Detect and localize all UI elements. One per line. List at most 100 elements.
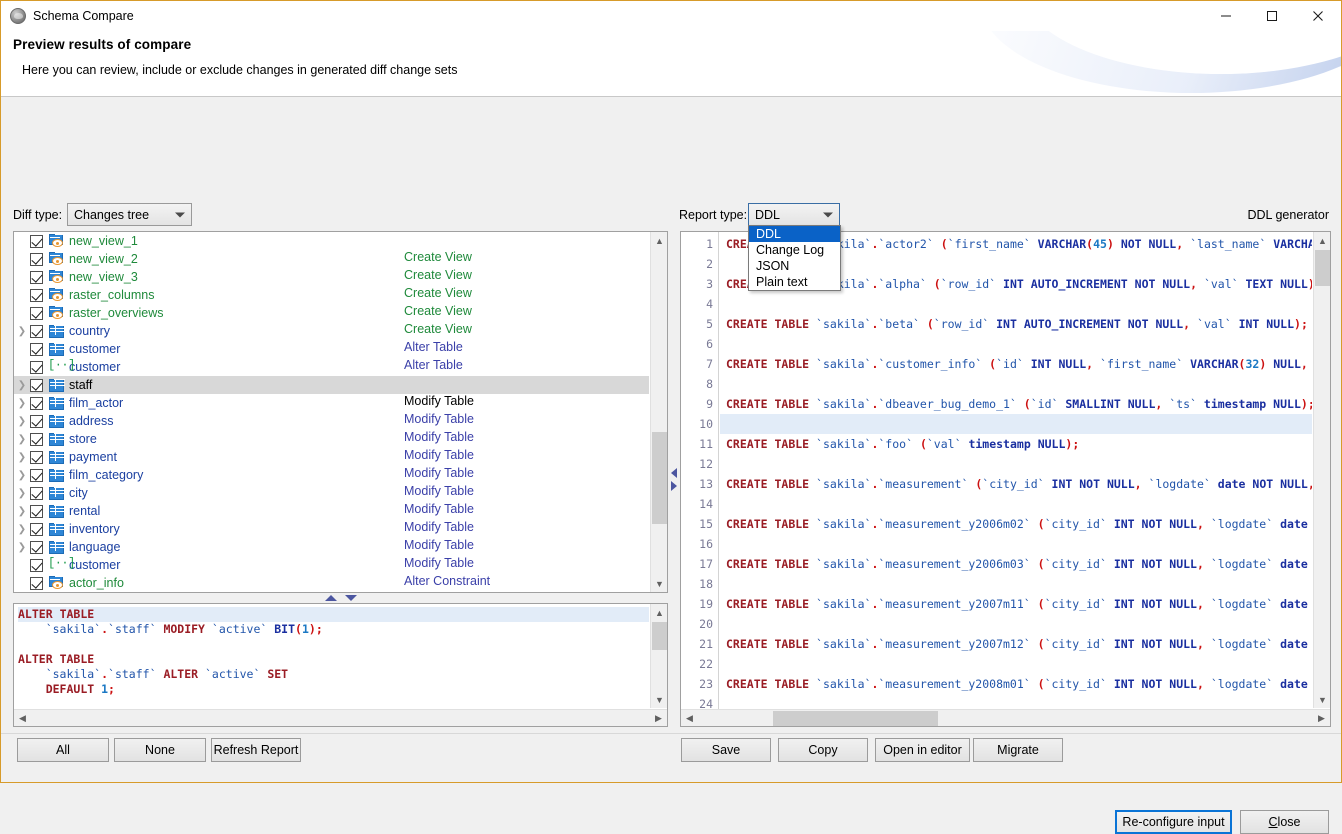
row-checkbox[interactable]	[30, 289, 43, 302]
scroll-down-icon[interactable]: ▼	[1314, 691, 1331, 708]
minimize-icon[interactable]	[1203, 1, 1249, 31]
ddl-source-text[interactable]: CREATE TABLE `sakila`.`actor2` (`first_n…	[720, 232, 1312, 708]
close-button[interactable]: Close	[1240, 810, 1329, 834]
refresh-report-button[interactable]: Refresh Report	[211, 738, 301, 762]
row-checkbox[interactable]	[30, 541, 43, 554]
tree-row[interactable]: raster_columnsCreate View	[14, 286, 649, 304]
maximize-icon[interactable]	[1249, 1, 1295, 31]
scroll-up-icon[interactable]: ▲	[651, 232, 668, 249]
detail-vertical-scrollbar[interactable]: ▲ ▼	[650, 604, 667, 708]
select-none-button[interactable]: None	[114, 738, 206, 762]
tree-row[interactable]: actor_infoCreate View	[14, 574, 649, 592]
tree-vertical-scrollbar[interactable]: ▲ ▼	[650, 232, 667, 592]
report-type-option-ddl[interactable]: DDL	[749, 226, 840, 242]
tree-row[interactable]: ❯languageModify Table	[14, 538, 649, 556]
tree-row[interactable]: ❯cityModify Table	[14, 484, 649, 502]
tree-detail-splitter[interactable]	[13, 593, 668, 603]
scroll-up-icon[interactable]: ▲	[651, 604, 668, 621]
splitter-collapse-up-icon[interactable]	[325, 595, 337, 601]
tree-row[interactable]: new_view_2Create View	[14, 250, 649, 268]
report-type-option-json[interactable]: JSON	[749, 258, 840, 274]
row-checkbox[interactable]	[30, 523, 43, 536]
tree-row[interactable]: ❯staffModify Table	[14, 376, 649, 394]
diff-type-combo[interactable]: Changes tree	[67, 203, 192, 226]
detail-sql-panel[interactable]: ALTER TABLE `sakila`.`staff` MODIFY `act…	[13, 603, 668, 727]
ddl-horizontal-scrollbar[interactable]: ◀ ▶	[681, 709, 1330, 726]
expand-arrow-icon[interactable]: ❯	[14, 326, 30, 337]
expand-arrow-icon[interactable]: ❯	[14, 488, 30, 499]
report-type-combo[interactable]: DDL	[748, 203, 840, 226]
scroll-left-icon[interactable]: ◀	[14, 710, 31, 727]
row-checkbox[interactable]	[30, 469, 43, 482]
row-checkbox[interactable]	[30, 235, 43, 248]
splitter-collapse-right-icon[interactable]	[671, 481, 677, 491]
splitter-collapse-down-icon[interactable]	[345, 595, 357, 601]
ddl-vertical-scrollbar[interactable]: ▲ ▼	[1313, 232, 1330, 708]
expand-arrow-icon[interactable]: ❯	[14, 506, 30, 517]
tree-row[interactable]: customerAlter Constraint	[14, 358, 649, 376]
row-checkbox[interactable]	[30, 451, 43, 464]
report-type-dropdown-list[interactable]: DDLChange LogJSONPlain text	[748, 225, 841, 291]
expand-arrow-icon[interactable]: ❯	[14, 452, 30, 463]
expand-arrow-icon[interactable]: ❯	[14, 470, 30, 481]
row-checkbox[interactable]	[30, 379, 43, 392]
ddl-editor-panel[interactable]: 1234567891011121314151617181920212223242…	[680, 231, 1331, 727]
row-checkbox[interactable]	[30, 271, 43, 284]
ddl-line	[720, 614, 1312, 634]
tree-row[interactable]: ❯film_actorModify Table	[14, 394, 649, 412]
splitter-collapse-left-icon[interactable]	[671, 468, 677, 478]
tree-row[interactable]: ❯film_categoryModify Table	[14, 466, 649, 484]
expand-arrow-icon[interactable]: ❯	[14, 542, 30, 553]
row-checkbox[interactable]	[30, 343, 43, 356]
row-checkbox[interactable]	[30, 505, 43, 518]
scroll-down-icon[interactable]: ▼	[651, 691, 668, 708]
close-icon[interactable]	[1295, 1, 1341, 31]
save-button[interactable]: Save	[681, 738, 771, 762]
migrate-button[interactable]: Migrate	[973, 738, 1063, 762]
tree-row[interactable]: ❯countryAlter Table	[14, 322, 649, 340]
select-all-button[interactable]: All	[17, 738, 109, 762]
scroll-thumb[interactable]	[773, 711, 938, 726]
row-checkbox[interactable]	[30, 325, 43, 338]
row-checkbox[interactable]	[30, 253, 43, 266]
row-checkbox[interactable]	[30, 307, 43, 320]
tree-row[interactable]: ❯rentalModify Table	[14, 502, 649, 520]
row-checkbox[interactable]	[30, 487, 43, 500]
scroll-thumb[interactable]	[652, 432, 667, 524]
row-checkbox[interactable]	[30, 415, 43, 428]
tree-row[interactable]: new_view_1Create View	[14, 232, 649, 250]
tree-row[interactable]: ❯paymentModify Table	[14, 448, 649, 466]
scroll-right-icon[interactable]: ▶	[650, 710, 667, 727]
report-type-option-change-log[interactable]: Change Log	[749, 242, 840, 258]
scroll-thumb[interactable]	[1315, 250, 1330, 286]
tree-row[interactable]: new_view_3Create View	[14, 268, 649, 286]
expand-arrow-icon[interactable]: ❯	[14, 434, 30, 445]
expand-arrow-icon[interactable]: ❯	[14, 524, 30, 535]
row-checkbox[interactable]	[30, 361, 43, 374]
detail-horizontal-scrollbar[interactable]: ◀ ▶	[14, 709, 667, 726]
expand-arrow-icon[interactable]: ❯	[14, 416, 30, 427]
tree-row[interactable]: ❯storeModify Table	[14, 430, 649, 448]
scroll-right-icon[interactable]: ▶	[1313, 710, 1330, 727]
changes-tree[interactable]: new_view_1Create Viewnew_view_2Create Vi…	[14, 232, 649, 592]
scroll-down-icon[interactable]: ▼	[651, 575, 668, 592]
scroll-thumb[interactable]	[652, 622, 667, 650]
row-checkbox[interactable]	[30, 577, 43, 590]
open-in-editor-button[interactable]: Open in editor	[875, 738, 970, 762]
tree-row[interactable]: raster_overviewsCreate View	[14, 304, 649, 322]
reconfigure-input-button[interactable]: Re-configure input	[1115, 810, 1232, 834]
tree-row[interactable]: customerAlter Constraint	[14, 556, 649, 574]
tree-row[interactable]: ❯inventoryModify Table	[14, 520, 649, 538]
scroll-left-icon[interactable]: ◀	[681, 710, 698, 727]
tree-row[interactable]: ❯addressModify Table	[14, 412, 649, 430]
left-right-splitter[interactable]	[668, 231, 680, 727]
row-checkbox[interactable]	[30, 559, 43, 572]
row-checkbox[interactable]	[30, 433, 43, 446]
tree-row[interactable]: customerAlter Table	[14, 340, 649, 358]
expand-arrow-icon[interactable]: ❯	[14, 398, 30, 409]
report-type-option-plain-text[interactable]: Plain text	[749, 274, 840, 290]
row-checkbox[interactable]	[30, 397, 43, 410]
copy-button[interactable]: Copy	[778, 738, 868, 762]
expand-arrow-icon[interactable]: ❯	[14, 380, 30, 391]
scroll-up-icon[interactable]: ▲	[1314, 232, 1331, 249]
